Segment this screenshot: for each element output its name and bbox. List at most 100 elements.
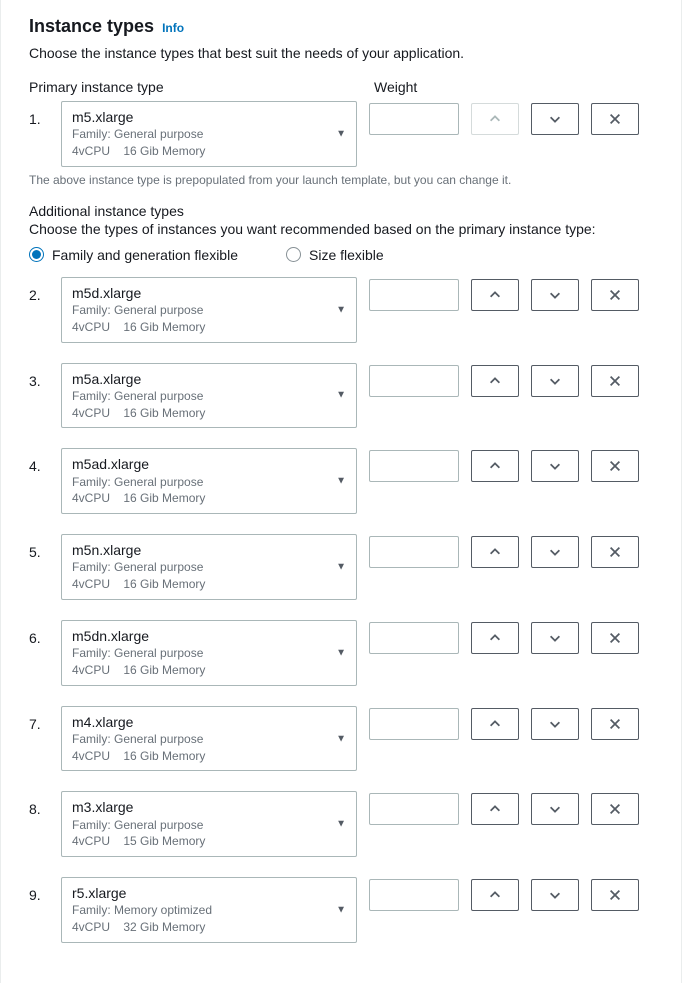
row-number: 7. (29, 706, 49, 732)
weight-input[interactable] (369, 279, 459, 311)
instance-name: m5.xlarge (72, 108, 328, 126)
move-down-button[interactable] (531, 793, 579, 825)
move-down-button[interactable] (531, 879, 579, 911)
primary-instance-row: 1. m5.xlarge Family: General purpose 4vC… (29, 101, 653, 167)
instance-family: Family: Memory optimized (72, 902, 328, 919)
info-link[interactable]: Info (162, 21, 184, 35)
chevron-up-icon (488, 459, 502, 473)
instance-selector[interactable]: m5d.xlarge Family: General purpose 4vCPU… (61, 277, 357, 343)
instance-row: 4. m5ad.xlarge Family: General purpose 4… (29, 448, 653, 514)
move-up-button[interactable] (471, 879, 519, 911)
instance-family: Family: General purpose (72, 559, 328, 576)
instance-name: r5.xlarge (72, 884, 328, 902)
move-down-button[interactable] (531, 708, 579, 740)
section-title: Instance types (29, 16, 154, 37)
instance-selector[interactable]: m3.xlarge Family: General purpose 4vCPU … (61, 791, 357, 857)
move-down-button[interactable] (531, 450, 579, 482)
instance-family: Family: General purpose (72, 388, 328, 405)
move-down-button[interactable] (531, 103, 579, 135)
remove-button[interactable] (591, 708, 639, 740)
remove-button[interactable] (591, 793, 639, 825)
close-icon (608, 545, 622, 559)
weight-input[interactable] (369, 708, 459, 740)
move-down-button[interactable] (531, 622, 579, 654)
weight-input[interactable] (369, 365, 459, 397)
instance-selector[interactable]: r5.xlarge Family: Memory optimized 4vCPU… (61, 877, 357, 943)
radio-icon (286, 247, 301, 262)
remove-button[interactable] (591, 450, 639, 482)
row-number: 8. (29, 791, 49, 817)
instance-specs: 4vCPU 16 Gib Memory (72, 576, 328, 593)
chevron-up-icon (488, 112, 502, 126)
move-up-button[interactable] (471, 622, 519, 654)
move-down-button[interactable] (531, 365, 579, 397)
row-number: 2. (29, 277, 49, 303)
instance-row: 5. m5n.xlarge Family: General purpose 4v… (29, 534, 653, 600)
chevron-down-icon (548, 288, 562, 302)
instance-selector[interactable]: m5n.xlarge Family: General purpose 4vCPU… (61, 534, 357, 600)
weight-column-label: Weight (374, 79, 417, 95)
remove-button[interactable] (591, 879, 639, 911)
instance-row: 6. m5dn.xlarge Family: General purpose 4… (29, 620, 653, 686)
chevron-up-icon (488, 545, 502, 559)
instance-specs: 4vCPU 16 Gib Memory (72, 662, 328, 679)
instance-family: Family: General purpose (72, 817, 328, 834)
move-up-button[interactable] (471, 536, 519, 568)
instance-family: Family: General purpose (72, 474, 328, 491)
radio-size-flexible[interactable]: Size flexible (286, 247, 384, 263)
move-down-button[interactable] (531, 279, 579, 311)
instance-memory: 16 Gib Memory (123, 491, 205, 505)
weight-input[interactable] (369, 450, 459, 482)
remove-button[interactable] (591, 622, 639, 654)
move-up-button[interactable] (471, 708, 519, 740)
instance-vcpu: 4vCPU (72, 405, 120, 422)
remove-button[interactable] (591, 103, 639, 135)
weight-input[interactable] (369, 622, 459, 654)
instance-selector[interactable]: m5a.xlarge Family: General purpose 4vCPU… (61, 363, 357, 429)
instance-specs: 4vCPU 16 Gib Memory (72, 490, 328, 507)
instance-row: 8. m3.xlarge Family: General purpose 4vC… (29, 791, 653, 857)
move-up-button[interactable] (471, 793, 519, 825)
instance-vcpu: 4vCPU (72, 319, 120, 336)
row-number: 1. (29, 101, 49, 127)
primary-column-label: Primary instance type (29, 79, 374, 95)
move-up-button[interactable] (471, 450, 519, 482)
chevron-down-icon (548, 631, 562, 645)
move-down-button[interactable] (531, 536, 579, 568)
move-up-button[interactable] (471, 103, 519, 135)
instance-name: m5ad.xlarge (72, 455, 328, 473)
chevron-down-icon (548, 802, 562, 816)
radio-label: Size flexible (309, 247, 384, 263)
instance-vcpu: 4vCPU (72, 748, 120, 765)
close-icon (608, 288, 622, 302)
weight-input[interactable] (369, 103, 459, 135)
instance-name: m5n.xlarge (72, 541, 328, 559)
weight-input[interactable] (369, 536, 459, 568)
row-number: 5. (29, 534, 49, 560)
close-icon (608, 459, 622, 473)
chevron-up-icon (488, 717, 502, 731)
remove-button[interactable] (591, 279, 639, 311)
instance-selector[interactable]: m5ad.xlarge Family: General purpose 4vCP… (61, 448, 357, 514)
radio-family-flexible[interactable]: Family and generation flexible (29, 247, 238, 263)
move-up-button[interactable] (471, 365, 519, 397)
weight-input[interactable] (369, 879, 459, 911)
chevron-down-icon (548, 545, 562, 559)
close-icon (608, 717, 622, 731)
row-number: 3. (29, 363, 49, 389)
instance-name: m5dn.xlarge (72, 627, 328, 645)
instance-specs: 4vCPU 15 Gib Memory (72, 833, 328, 850)
chevron-down-icon: ▼ (336, 819, 346, 830)
instance-selector[interactable]: m5dn.xlarge Family: General purpose 4vCP… (61, 620, 357, 686)
weight-input[interactable] (369, 793, 459, 825)
remove-button[interactable] (591, 536, 639, 568)
instance-memory: 16 Gib Memory (123, 320, 205, 334)
instance-selector[interactable]: m5.xlarge Family: General purpose 4vCPU … (61, 101, 357, 167)
close-icon (608, 888, 622, 902)
instance-specs: 4vCPU 16 Gib Memory (72, 748, 328, 765)
instance-selector[interactable]: m4.xlarge Family: General purpose 4vCPU … (61, 706, 357, 772)
chevron-down-icon: ▼ (336, 733, 346, 744)
remove-button[interactable] (591, 365, 639, 397)
move-up-button[interactable] (471, 279, 519, 311)
instance-family: Family: General purpose (72, 731, 328, 748)
